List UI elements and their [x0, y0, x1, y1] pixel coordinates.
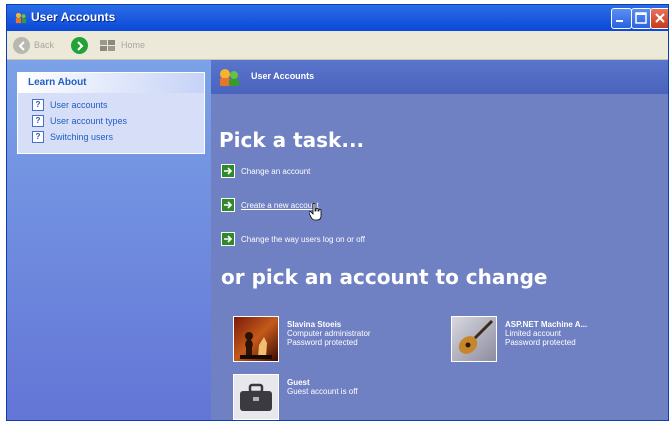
account-info: ASP.NET Machine A... Limited account Pas… — [505, 316, 587, 362]
toolbar: Back Home — [7, 31, 668, 60]
maximize-button[interactable] — [631, 8, 652, 29]
account-type: Limited account — [505, 329, 562, 338]
user-accounts-header-icon — [220, 69, 239, 86]
pick-task-heading: Pick a task... — [219, 128, 365, 152]
task-label: Change the way users log on or off — [241, 234, 365, 244]
home-icon — [100, 40, 115, 51]
chess-pieces-picture — [233, 316, 279, 362]
task-change-logon[interactable]: Change the way users log on or off — [221, 232, 365, 246]
maximize-icon — [635, 12, 647, 24]
pick-account-heading: or pick an account to change — [221, 265, 548, 289]
learn-item-switching-users[interactable]: ? Switching users — [18, 129, 204, 145]
learn-item-label: User account types — [50, 116, 128, 126]
learn-item-user-accounts[interactable]: ? User accounts — [18, 97, 204, 113]
learn-item-user-account-types[interactable]: ? User account types — [18, 113, 204, 129]
account-name: Guest — [287, 378, 310, 387]
account-info: Guest Guest account is off — [287, 374, 358, 420]
green-arrow-icon — [221, 198, 235, 212]
help-topic-icon: ? — [32, 115, 44, 127]
main-header: User Accounts — [211, 60, 668, 94]
main-pane: User Accounts Pick a task... Change an a… — [211, 60, 668, 420]
account-info: Slavina Stoeis Computer administrator Pa… — [287, 316, 371, 362]
account-tile-slavina[interactable]: Slavina Stoeis Computer administrator Pa… — [233, 316, 371, 362]
hand-cursor-icon — [309, 203, 322, 221]
help-topic-icon: ? — [32, 99, 44, 111]
user-accounts-app-icon — [15, 12, 27, 24]
user-accounts-window: User Accounts Back Home Learn About ? Us… — [6, 4, 669, 421]
account-tile-aspnet[interactable]: ASP.NET Machine A... Limited account Pas… — [451, 316, 587, 362]
main-header-title: User Accounts — [251, 71, 315, 81]
account-status: Password protected — [505, 338, 576, 347]
task-label: Change an account — [241, 166, 311, 176]
minimize-button[interactable] — [611, 8, 632, 29]
help-topic-icon: ? — [32, 131, 44, 143]
green-arrow-icon — [221, 232, 235, 246]
learn-item-label: Switching users — [50, 132, 114, 142]
briefcase-picture — [233, 374, 279, 420]
home-label: Home — [121, 40, 146, 50]
close-button[interactable] — [650, 8, 668, 29]
forward-arrow-icon — [71, 36, 88, 54]
title-bar[interactable]: User Accounts — [7, 5, 668, 31]
window-title: User Accounts — [31, 10, 116, 24]
learn-about-heading[interactable]: Learn About — [18, 73, 204, 93]
account-name: ASP.NET Machine A... — [505, 320, 588, 329]
close-icon — [655, 13, 665, 23]
account-name: Slavina Stoeis — [287, 320, 342, 329]
account-type: Guest account is off — [287, 387, 358, 396]
account-status: Password protected — [287, 338, 358, 347]
learn-about-panel: Learn About ? User accounts ? User accou… — [17, 72, 205, 154]
minimize-icon — [616, 20, 623, 22]
account-tile-guest[interactable]: Guest Guest account is off — [233, 374, 358, 420]
back-label: Back — [34, 40, 55, 50]
left-task-pane: Learn About ? User accounts ? User accou… — [7, 60, 211, 420]
task-create-account[interactable]: Create a new account — [221, 198, 319, 212]
back-arrow-icon — [13, 36, 30, 54]
task-change-account[interactable]: Change an account — [221, 164, 310, 178]
guitar-picture — [451, 316, 497, 362]
green-arrow-icon — [221, 164, 235, 178]
learn-item-label: User accounts — [50, 100, 108, 110]
back-button[interactable]: Back — [13, 35, 54, 55]
forward-button[interactable] — [71, 35, 88, 55]
account-type: Computer administrator — [287, 329, 371, 338]
task-label: Create a new account — [241, 200, 319, 210]
home-button[interactable]: Home — [99, 35, 145, 55]
